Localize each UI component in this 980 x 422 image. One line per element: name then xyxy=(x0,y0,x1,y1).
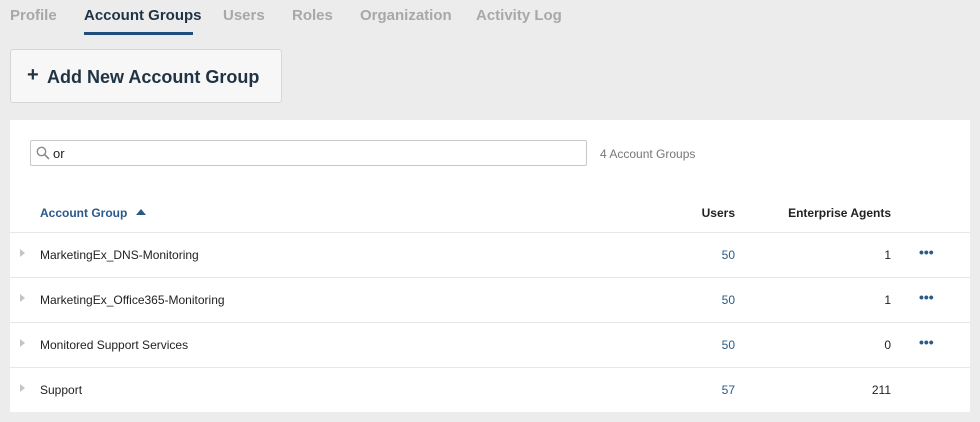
more-options-icon[interactable]: ••• xyxy=(919,290,934,304)
column-header-account-group[interactable]: Account Group xyxy=(40,206,127,220)
add-account-group-label: Add New Account Group xyxy=(47,67,260,87)
tab-roles[interactable]: Roles xyxy=(292,7,333,24)
tab-activity-log[interactable]: Activity Log xyxy=(476,7,562,24)
tab-profile[interactable]: Profile xyxy=(10,7,57,24)
expand-row-icon[interactable] xyxy=(20,384,25,392)
search-input[interactable] xyxy=(53,143,573,163)
account-group-name: MarketingEx_Office365-Monitoring xyxy=(40,293,225,307)
plus-icon: + xyxy=(27,64,39,86)
users-count-link[interactable]: 50 xyxy=(722,248,735,262)
account-groups-panel: 4 Account Groups Account Group Users Ent… xyxy=(10,120,970,412)
expand-row-icon[interactable] xyxy=(20,339,25,347)
search-icon xyxy=(36,146,50,160)
enterprise-agents-count: 1 xyxy=(884,293,891,307)
search-box[interactable] xyxy=(30,140,587,166)
tab-account-groups[interactable]: Account Groups xyxy=(84,7,202,24)
table-row[interactable]: MarketingEx_Office365-Monitoring 50 1 ••… xyxy=(10,277,970,322)
more-options-icon[interactable]: ••• xyxy=(919,335,934,349)
tab-users[interactable]: Users xyxy=(223,7,265,24)
expand-row-icon[interactable] xyxy=(20,294,25,302)
expand-row-icon[interactable] xyxy=(20,249,25,257)
table-row[interactable]: Monitored Support Services 50 0 ••• xyxy=(10,322,970,367)
column-header-users: Users xyxy=(701,206,735,220)
tab-organization[interactable]: Organization xyxy=(360,7,452,24)
add-account-group-button[interactable]: + Add New Account Group xyxy=(10,49,282,103)
table-row[interactable]: MarketingEx_DNS-Monitoring 50 1 ••• xyxy=(10,232,970,277)
enterprise-agents-count: 1 xyxy=(884,248,891,262)
tab-bar: Profile Account Groups Users Roles Organ… xyxy=(0,0,980,40)
account-group-name: Monitored Support Services xyxy=(40,338,189,352)
result-count: 4 Account Groups xyxy=(600,147,696,161)
enterprise-agents-count: 0 xyxy=(884,338,891,352)
account-group-name: Support xyxy=(40,383,83,397)
users-count-link[interactable]: 50 xyxy=(722,338,735,352)
account-group-name: MarketingEx_DNS-Monitoring xyxy=(40,248,199,262)
more-options-icon[interactable]: ••• xyxy=(919,245,934,259)
users-count-link[interactable]: 50 xyxy=(722,293,735,307)
enterprise-agents-count: 211 xyxy=(871,383,891,397)
table-row[interactable]: Support 57 211 xyxy=(10,367,970,412)
active-tab-indicator xyxy=(84,32,193,35)
users-count-link[interactable]: 57 xyxy=(722,383,735,397)
sort-ascending-icon[interactable] xyxy=(136,209,146,215)
column-header-enterprise-agents: Enterprise Agents xyxy=(788,206,891,220)
